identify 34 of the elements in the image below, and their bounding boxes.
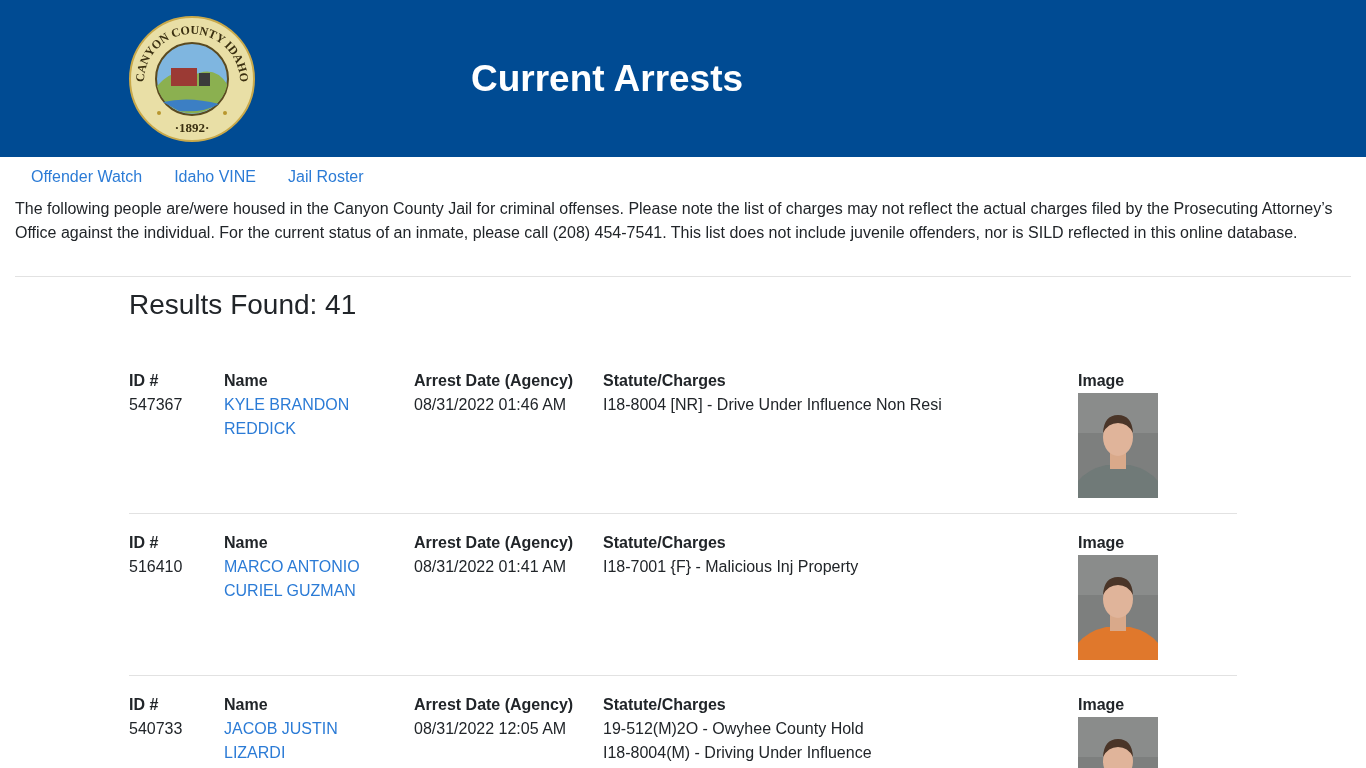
arrest-date: 08/31/2022 12:05 AM — [414, 719, 568, 739]
charge-text: I18-7001 {F} - Malicious Inj Property — [603, 557, 860, 577]
nav-link[interactable]: Idaho VINE — [158, 165, 272, 189]
inmate-id: 547367 — [129, 395, 184, 415]
charge-text: I18-8004 [NR] - Drive Under Influence Non Resi — [603, 395, 943, 415]
column-label: Name — [224, 695, 269, 715]
charge-text: 19-512(M)2O - Owyhee County Hold — [603, 719, 865, 739]
nav-link[interactable]: Offender Watch — [15, 165, 159, 189]
column-label: Statute/Charges — [603, 695, 727, 715]
column-label: Statute/Charges — [603, 533, 727, 553]
arrest-date: 08/31/2022 01:41 AM — [414, 557, 568, 577]
inmate-name-link[interactable]: JACOB JUSTIN LIZARDI — [224, 717, 374, 765]
page-title: Current Arrests — [471, 57, 744, 100]
column-label: ID # — [129, 695, 160, 715]
inmate-name-link[interactable]: KYLE BRANDON REDDICK — [224, 393, 374, 441]
column-label: Image — [1078, 533, 1126, 553]
inmate-id: 516410 — [129, 557, 184, 577]
nav-link[interactable]: Jail Roster — [272, 165, 380, 189]
column-label: Arrest Date (Agency) — [414, 695, 575, 715]
column-label: Name — [224, 533, 269, 553]
inmate-name-link[interactable]: MARCO ANTONIO CURIEL GUZMAN — [224, 555, 374, 603]
column-label: Name — [224, 371, 269, 391]
column-label: Arrest Date (Agency) — [414, 371, 575, 391]
column-label: Image — [1078, 371, 1126, 391]
charge-text: I18-8004(M) - Driving Under Influence — [603, 743, 873, 763]
results-count: Results Found: 41 — [129, 288, 358, 322]
column-label: Image — [1078, 695, 1126, 715]
inmate-id: 540733 — [129, 719, 184, 739]
column-label: ID # — [129, 371, 160, 391]
column-label: ID # — [129, 533, 160, 553]
notice-paragraph: The following people are/were housed in the Canyon County Jail for criminal offenses. Please note the list of charges may not reflect the actual charges filed by the Prosecuting Attorney’s Office against the individual. For the current status of an inmate, please call (208) 454-7541. This list does not include juvenile offenders, nor is SILD reflected in this online database. — [15, 199, 1334, 243]
column-label: Statute/Charges — [603, 371, 727, 391]
arrest-date: 08/31/2022 01:46 AM — [414, 395, 568, 415]
column-label: Arrest Date (Agency) — [414, 533, 575, 553]
